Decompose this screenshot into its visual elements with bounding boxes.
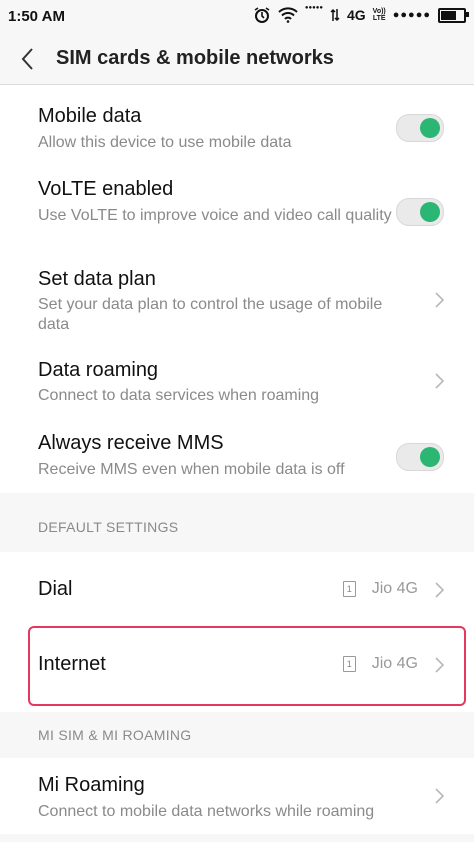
mms-label: Always receive MMS <box>38 432 224 454</box>
dial-value: 1 Jio 4G <box>342 580 418 598</box>
network-type: 4G <box>346 7 366 23</box>
data-plan-sub: Set your data plan to control the usage … <box>38 296 383 333</box>
dial-label: Dial <box>38 578 73 600</box>
data-arrows-icon <box>330 8 340 22</box>
signal-strength-dots: ●●●●● <box>392 9 431 21</box>
mobile-settings-card: Mobile data Allow this device to use mob… <box>0 85 474 493</box>
data-plan-label: Set data plan <box>38 268 156 290</box>
toggle-knob <box>420 202 440 222</box>
mms-toggle[interactable] <box>396 443 444 471</box>
signal-dots-small: ●●●●● <box>304 5 323 11</box>
mms-row[interactable]: Always receive MMS Receive MMS even when… <box>0 427 474 493</box>
mobile-data-sub: Allow this device to use mobile data <box>38 134 292 151</box>
back-arrow-icon[interactable] <box>16 46 40 72</box>
chevron-right-icon <box>435 373 445 389</box>
mi-roaming-sub: Connect to mobile data networks while ro… <box>38 803 375 820</box>
alarm-icon <box>254 7 270 23</box>
volte-row[interactable]: VoLTE enabled Use VoLTE to improve voice… <box>0 170 474 252</box>
mi-roaming-row[interactable]: Mi Roaming Connect to mobile data networ… <box>0 758 474 834</box>
volte-toggle[interactable] <box>396 198 444 226</box>
mms-sub: Receive MMS even when mobile data is off <box>38 461 345 478</box>
internet-highlight-box <box>28 626 466 706</box>
mobile-data-toggle[interactable] <box>396 114 444 142</box>
battery-icon <box>438 7 469 23</box>
chevron-right-icon <box>435 292 445 308</box>
volte-line2: LTE <box>372 15 386 22</box>
volte-line1: Vo)) <box>372 8 386 15</box>
dial-row[interactable]: Dial 1 Jio 4G <box>0 552 474 626</box>
mobile-data-label: Mobile data <box>38 105 142 127</box>
mi-roaming-section-header: MI SIM & MI ROAMING <box>38 727 192 743</box>
volte-sub: Use VoLTE to improve voice and video cal… <box>38 207 392 224</box>
status-time: 1:50 AM <box>8 8 65 25</box>
page-title: SIM cards & mobile networks <box>56 47 334 69</box>
set-data-plan-row[interactable]: Set data plan Set your data plan to cont… <box>0 260 474 345</box>
mi-roaming-label: Mi Roaming <box>38 774 145 796</box>
dial-carrier: Jio 4G <box>371 580 418 597</box>
mi-roaming-card: Mi Roaming Connect to mobile data networ… <box>0 758 474 834</box>
chevron-right-icon <box>435 788 445 804</box>
app-header: SIM cards & mobile networks <box>0 34 474 85</box>
sim-card-icon: 1 <box>342 581 356 597</box>
mobile-data-row[interactable]: Mobile data Allow this device to use mob… <box>0 85 474 153</box>
status-bar: 1:50 AM ●●●●● 4G Vo)) LTE ●●●●● <box>0 0 474 34</box>
status-icons: ●●●●● 4G Vo)) LTE ●●●●● <box>253 5 469 24</box>
volte-label: VoLTE enabled <box>38 178 174 200</box>
chevron-right-icon <box>435 582 445 598</box>
data-roaming-label: Data roaming <box>38 359 159 381</box>
default-settings-header: DEFAULT SETTINGS <box>38 519 179 535</box>
toggle-knob <box>420 118 440 138</box>
toggle-knob <box>420 447 440 467</box>
wifi-icon <box>278 7 298 23</box>
data-roaming-sub: Connect to data services when roaming <box>38 387 320 404</box>
data-roaming-row[interactable]: Data roaming Connect to data services wh… <box>0 353 474 423</box>
volte-icon: Vo)) LTE <box>373 8 386 22</box>
